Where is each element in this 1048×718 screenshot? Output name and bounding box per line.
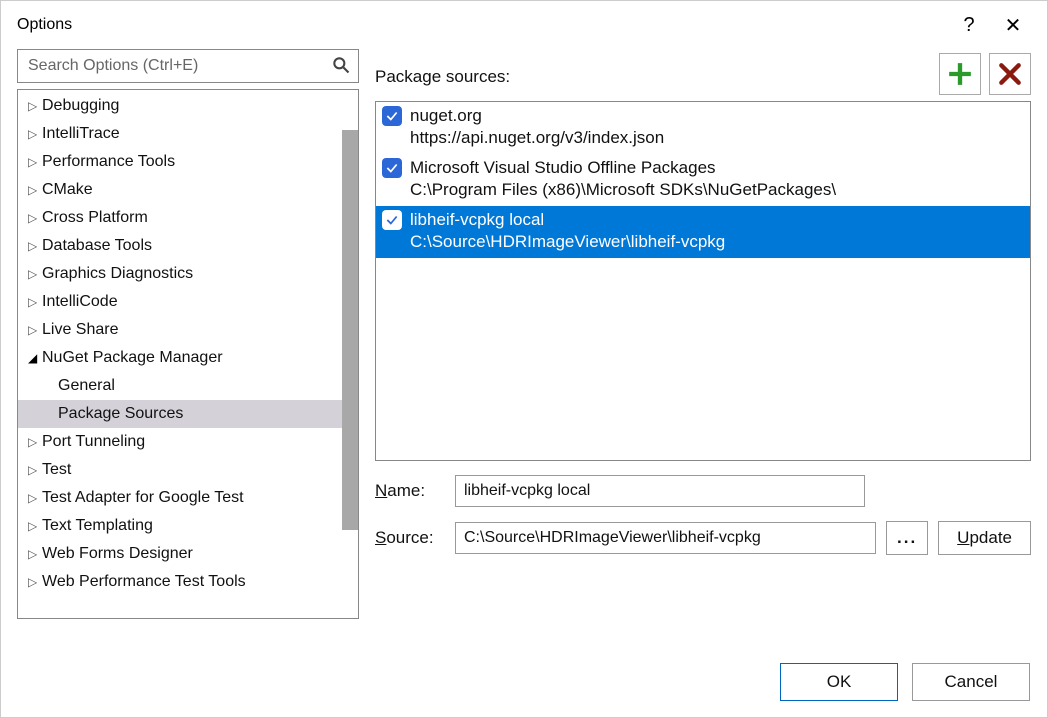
chevron-right-icon: ▷ (28, 239, 42, 253)
tree-item[interactable]: ▷Port Tunneling (18, 428, 358, 456)
tree-item[interactable]: ▷Web Forms Designer (18, 540, 358, 568)
tree-item-label: Graphics Diagnostics (42, 265, 193, 283)
tree-item-label: Performance Tools (42, 153, 175, 171)
tree-item[interactable]: ▷IntelliTrace (18, 120, 358, 148)
tree-item-label: Debugging (42, 97, 119, 115)
chevron-right-icon: ▷ (28, 463, 42, 477)
check-icon (385, 213, 399, 227)
source-label: Source: (375, 528, 445, 548)
tree-item[interactable]: General (18, 372, 358, 400)
chevron-right-icon: ▷ (28, 127, 42, 141)
remove-source-button[interactable] (989, 53, 1031, 95)
source-url: C:\Source\HDRImageViewer\libheif-vcpkg (382, 232, 1024, 252)
package-source-item[interactable]: nuget.orghttps://api.nuget.org/v3/index.… (376, 102, 1030, 154)
source-url: https://api.nuget.org/v3/index.json (382, 128, 1024, 148)
tree-item[interactable]: ▷Live Share (18, 316, 358, 344)
update-button[interactable]: Update (938, 521, 1031, 555)
chevron-down-icon: ◢ (28, 351, 42, 365)
source-url: C:\Program Files (x86)\Microsoft SDKs\Nu… (382, 180, 1024, 200)
check-icon (385, 161, 399, 175)
chevron-right-icon: ▷ (28, 211, 42, 225)
tree-item[interactable]: ▷Graphics Diagnostics (18, 260, 358, 288)
chevron-right-icon: ▷ (28, 519, 42, 533)
content: ▷Debugging▷IntelliTrace▷Performance Tool… (1, 49, 1047, 619)
source-name: libheif-vcpkg local (410, 210, 544, 230)
chevron-right-icon: ▷ (28, 295, 42, 309)
tree-item[interactable]: ◢NuGet Package Manager (18, 344, 358, 372)
package-sources-header: Package sources: (375, 49, 1031, 95)
tree-item-label: Text Templating (42, 517, 153, 535)
tree-item[interactable]: ▷Test (18, 456, 358, 484)
tree-item-label: Test (42, 461, 71, 479)
search-input[interactable] (17, 49, 359, 83)
search-icon (331, 55, 351, 80)
sidebar: ▷Debugging▷IntelliTrace▷Performance Tool… (17, 49, 359, 619)
tree-item[interactable]: ▷Text Templating (18, 512, 358, 540)
window-title: Options (17, 16, 947, 34)
tree-item-label: CMake (42, 181, 93, 199)
options-tree-list[interactable]: ▷Debugging▷IntelliTrace▷Performance Tool… (18, 90, 358, 618)
dialog-footer: OK Cancel (0, 646, 1048, 718)
checkbox[interactable] (382, 210, 402, 230)
tree-item-label: NuGet Package Manager (42, 349, 223, 367)
help-button[interactable]: ? (947, 14, 991, 37)
checkbox[interactable] (382, 158, 402, 178)
name-input[interactable] (455, 475, 865, 507)
tree-item-label: Test Adapter for Google Test (42, 489, 244, 507)
tree-item[interactable]: ▷Test Adapter for Google Test (18, 484, 358, 512)
chevron-right-icon: ▷ (28, 547, 42, 561)
check-icon (385, 109, 399, 123)
tree-item-label: IntelliTrace (42, 125, 120, 143)
checkbox[interactable] (382, 106, 402, 126)
tree-item-label: Port Tunneling (42, 433, 145, 451)
search-container (17, 49, 359, 83)
options-tree: ▷Debugging▷IntelliTrace▷Performance Tool… (17, 89, 359, 619)
tree-item[interactable]: ▷Database Tools (18, 232, 358, 260)
tree-item-label: Package Sources (58, 405, 183, 423)
tree-item[interactable]: ▷IntelliCode (18, 288, 358, 316)
chevron-right-icon: ▷ (28, 435, 42, 449)
name-row: Name: (375, 475, 1031, 507)
x-icon (997, 61, 1023, 87)
tree-item-label: Cross Platform (42, 209, 148, 227)
ok-button[interactable]: OK (780, 663, 898, 701)
tree-item-label: Web Performance Test Tools (42, 573, 246, 591)
cancel-button[interactable]: Cancel (912, 663, 1030, 701)
source-name: nuget.org (410, 106, 482, 126)
titlebar: Options ? ✕ (1, 1, 1047, 49)
chevron-right-icon: ▷ (28, 267, 42, 281)
package-source-item[interactable]: libheif-vcpkg localC:\Source\HDRImageVie… (376, 206, 1030, 258)
name-label: Name: (375, 481, 445, 501)
chevron-right-icon: ▷ (28, 99, 42, 113)
chevron-right-icon: ▷ (28, 575, 42, 589)
tree-item[interactable]: ▷Web Performance Test Tools (18, 568, 358, 596)
tree-item-label: Database Tools (42, 237, 152, 255)
tree-item[interactable]: ▷Performance Tools (18, 148, 358, 176)
close-button[interactable]: ✕ (991, 13, 1035, 38)
chevron-right-icon: ▷ (28, 155, 42, 169)
package-source-list[interactable]: nuget.orghttps://api.nuget.org/v3/index.… (375, 101, 1031, 461)
source-input[interactable] (455, 522, 876, 554)
tree-item[interactable]: ▷Cross Platform (18, 204, 358, 232)
tree-item[interactable]: ▷Debugging (18, 92, 358, 120)
scrollbar-thumb[interactable] (342, 130, 358, 530)
tree-item-label: Live Share (42, 321, 119, 339)
chevron-right-icon: ▷ (28, 183, 42, 197)
package-sources-label: Package sources: (375, 67, 510, 95)
right-panel: Package sources: nuget.orghttps://api.nu… (375, 49, 1031, 619)
tree-item[interactable]: ▷CMake (18, 176, 358, 204)
tree-item-label: IntelliCode (42, 293, 118, 311)
source-row: Source: ... Update (375, 521, 1031, 555)
add-source-button[interactable] (939, 53, 981, 95)
plus-icon (947, 61, 973, 87)
chevron-right-icon: ▷ (28, 491, 42, 505)
chevron-right-icon: ▷ (28, 323, 42, 337)
tree-item-label: General (58, 377, 115, 395)
package-source-item[interactable]: Microsoft Visual Studio Offline Packages… (376, 154, 1030, 206)
source-name: Microsoft Visual Studio Offline Packages (410, 158, 716, 178)
tree-item[interactable]: Package Sources (18, 400, 358, 428)
tree-item-label: Web Forms Designer (42, 545, 193, 563)
browse-button[interactable]: ... (886, 521, 928, 555)
